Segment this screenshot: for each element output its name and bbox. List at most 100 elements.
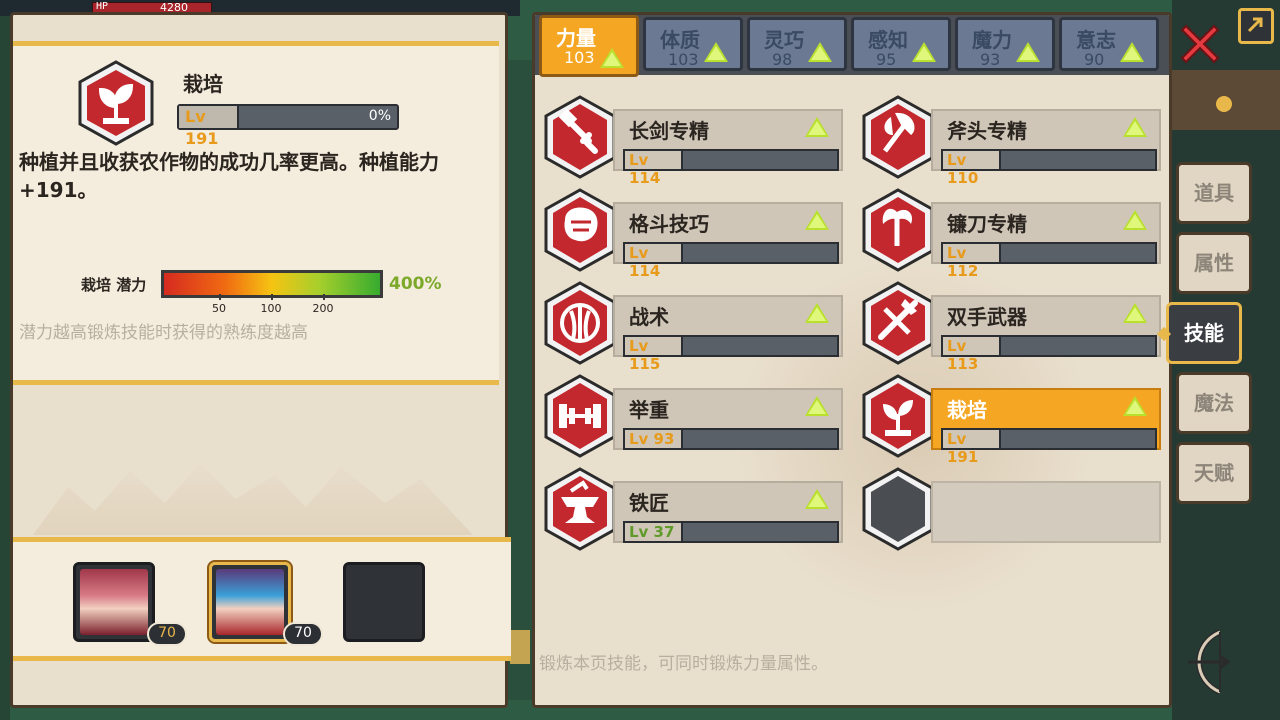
skill-card[interactable]: 镰刀专精 Lv 112 <box>861 188 1161 280</box>
skill-card[interactable]: 举重 Lv 93 <box>543 374 843 458</box>
tab-value: 103 <box>564 48 595 67</box>
expand-icon <box>1247 17 1263 33</box>
skill-card-body: 战术 Lv 115 <box>613 295 843 373</box>
skill-detail-percent: 0% <box>368 108 391 124</box>
hp-label: HP <box>96 1 109 12</box>
skill-card-body: 长剑专精 Lv 114 <box>613 109 843 187</box>
tab-dexterity[interactable]: 灵巧 98 <box>747 17 847 71</box>
side-tab-magic[interactable]: 魔法 <box>1176 372 1252 434</box>
skill-card[interactable]: 战术 Lv 115 <box>543 281 843 373</box>
skill-detail-name: 栽培 <box>183 72 223 96</box>
side-tab-attributes[interactable]: 属性 <box>1176 232 1252 294</box>
skill-level: Lv 112 <box>943 244 1001 280</box>
skill-level: Lv 191 <box>943 430 1001 466</box>
upgrade-arrow-icon[interactable] <box>805 303 829 323</box>
tab-value: 93 <box>980 50 1001 69</box>
tab-perception[interactable]: 感知 95 <box>851 17 951 71</box>
party-slot-empty[interactable] <box>343 562 425 642</box>
skill-progress-bar: Lv 114 <box>623 149 839 187</box>
upgrade-arrow-icon[interactable] <box>1123 210 1147 230</box>
tactics-icon <box>544 281 616 365</box>
skill-level: Lv 37 <box>625 523 683 541</box>
skill-progress-bar: Lv 112 <box>941 242 1157 280</box>
skill-card-body: 格斗技巧 Lv 114 <box>613 202 843 280</box>
stat-tab-bar: 力量 103 体质 103 灵巧 98 感知 95 魔力 93 意志 90 <box>535 15 1169 77</box>
skill-level: Lv 113 <box>943 337 1001 373</box>
menu-button[interactable] <box>1238 8 1274 44</box>
skills-panel: 力量 103 体质 103 灵巧 98 感知 95 魔力 93 意志 90 长剑… <box>532 12 1172 708</box>
side-tab-items[interactable]: 道具 <box>1176 162 1252 224</box>
skill-level: Lv 110 <box>943 151 1001 187</box>
skill-card[interactable]: 长剑专精 Lv 114 <box>543 95 843 187</box>
tab-label: 魔力 <box>972 28 1012 52</box>
skill-card[interactable]: 斧头专精 Lv 110 <box>861 95 1161 187</box>
upgrade-arrow-icon[interactable] <box>805 210 829 230</box>
character-portrait <box>80 569 148 635</box>
skill-progress-bar: Lv 113 <box>941 335 1157 373</box>
skill-detail-panel: 栽培 Lv 191 0% 种植并且收获农作物的成功几率更高。种植能力+191。 … <box>10 12 511 708</box>
skill-name: 长剑专精 <box>629 119 709 143</box>
fist-icon <box>544 188 616 272</box>
tab-constitution[interactable]: 体质 103 <box>643 17 743 71</box>
skill-card[interactable]: 格斗技巧 Lv 114 <box>543 188 843 280</box>
upgrade-arrow-icon <box>1016 42 1040 62</box>
skills-page-hint: 锻炼本页技能，可同时锻炼力量属性。 <box>539 654 828 674</box>
tab-label: 体质 <box>660 28 700 52</box>
bow-icon[interactable] <box>1180 626 1236 698</box>
tab-value: 98 <box>772 50 793 69</box>
potential-tick <box>323 294 325 300</box>
tab-willpower[interactable]: 意志 90 <box>1059 17 1159 71</box>
skill-card[interactable]: 双手武器 Lv 113 <box>861 281 1161 373</box>
skill-card-body: 铁匠 Lv 37 <box>613 481 843 543</box>
upgrade-arrow-icon[interactable] <box>1123 396 1147 416</box>
upgrade-arrow-icon <box>912 42 936 62</box>
potential-tick-label: 50 <box>212 302 226 315</box>
tab-label: 意志 <box>1076 28 1116 52</box>
close-icon[interactable] <box>1176 20 1224 68</box>
tab-strength[interactable]: 力量 103 <box>539 15 639 77</box>
skill-name: 战术 <box>629 305 669 329</box>
upgrade-arrow-icon[interactable] <box>1123 117 1147 137</box>
skill-card[interactable]: 栽培 Lv 191 <box>861 374 1161 466</box>
skill-name: 镰刀专精 <box>947 212 1027 236</box>
tab-value: 103 <box>668 50 699 69</box>
skill-card[interactable]: 铁匠 Lv 37 <box>543 467 843 551</box>
skill-name: 栽培 <box>947 398 987 422</box>
upgrade-arrow-icon[interactable] <box>805 489 829 509</box>
two-handed-icon <box>862 281 934 365</box>
skill-level: Lv 114 <box>625 151 683 187</box>
anvil-icon <box>544 467 616 551</box>
side-tab-talents[interactable]: 天赋 <box>1176 442 1252 504</box>
skill-card-body: 斧头专精 Lv 110 <box>931 109 1161 187</box>
upgrade-arrow-icon[interactable] <box>1123 303 1147 323</box>
upgrade-arrow-icon <box>808 42 832 62</box>
skill-card-body: 栽培 Lv 191 <box>931 388 1161 466</box>
potential-tick <box>271 294 273 300</box>
skill-name: 斧头专精 <box>947 119 1027 143</box>
party-bar: 70 70 <box>13 537 511 661</box>
party-level-badge: 70 <box>283 622 323 646</box>
skill-detail-level: Lv 191 <box>179 106 239 148</box>
skill-progress-bar: Lv 191 <box>941 428 1157 466</box>
tab-label: 感知 <box>868 28 908 52</box>
potential-tick <box>219 294 221 300</box>
character-portrait <box>216 569 284 635</box>
skill-card-body: 双手武器 Lv 113 <box>931 295 1161 373</box>
skill-progress-bar: Lv 110 <box>941 149 1157 187</box>
skill-detail-card: 栽培 Lv 191 0% 种植并且收获农作物的成功几率更高。种植能力+191。 … <box>13 41 499 385</box>
skill-slot-empty[interactable] <box>861 467 1161 551</box>
party-slot-2[interactable] <box>207 560 293 644</box>
skill-card-body: 举重 Lv 93 <box>613 388 843 450</box>
party-slot-1[interactable] <box>73 562 155 642</box>
upgrade-arrow-icon[interactable] <box>805 117 829 137</box>
tab-value: 95 <box>876 50 897 69</box>
skill-level: Lv 115 <box>625 337 683 373</box>
potential-tick-label: 200 <box>312 302 334 315</box>
side-tab-skills[interactable]: 技能 <box>1166 302 1242 364</box>
potential-label: 栽培 潜力 <box>81 276 147 294</box>
potential-value: 400% <box>389 274 442 294</box>
scythe-icon <box>862 188 934 272</box>
upgrade-arrow-icon[interactable] <box>805 396 829 416</box>
tab-magic[interactable]: 魔力 93 <box>955 17 1055 71</box>
sprout-icon <box>862 374 934 458</box>
